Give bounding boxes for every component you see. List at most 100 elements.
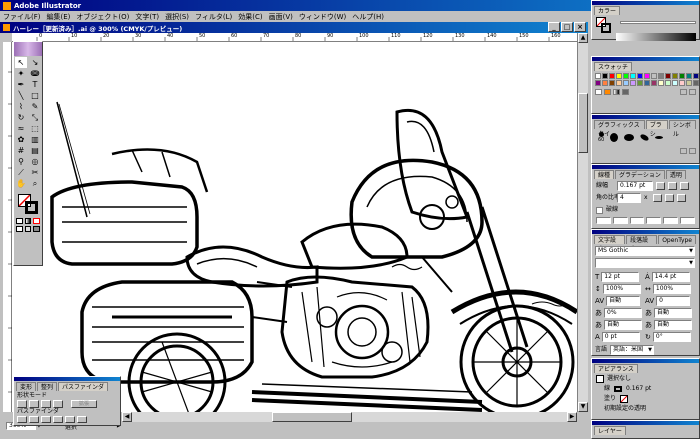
swatch-chip[interactable] bbox=[679, 80, 685, 86]
minus-back-button[interactable] bbox=[77, 416, 87, 423]
symbol-tool-icon[interactable]: ✿ bbox=[15, 134, 27, 145]
swatch-chip[interactable] bbox=[630, 73, 636, 79]
color-mode-icon[interactable] bbox=[16, 218, 23, 224]
rotate-tool-icon[interactable]: ↻ bbox=[15, 112, 27, 123]
color-spectrum-bar[interactable] bbox=[616, 33, 696, 41]
outline-button[interactable] bbox=[65, 416, 75, 423]
baseline-shift-field[interactable]: 0 pt bbox=[601, 332, 640, 342]
gradient-tool-icon[interactable]: ▤ bbox=[29, 145, 41, 156]
swatch-chip[interactable] bbox=[616, 73, 622, 79]
line-tool-icon[interactable]: ╲ bbox=[15, 90, 27, 101]
char-rotation-field[interactable]: 0° bbox=[652, 332, 691, 342]
horizontal-ruler[interactable]: 0 10 20 30 40 50 60 70 80 90 100 110 120… bbox=[12, 33, 577, 42]
swatch-chip[interactable] bbox=[658, 80, 664, 86]
swatch-chip[interactable] bbox=[693, 80, 699, 86]
selection-tool-icon[interactable]: ↖ bbox=[15, 57, 27, 68]
brush-size-preview[interactable]: 60 bbox=[598, 132, 604, 143]
stroke-cap-square-button[interactable] bbox=[680, 182, 689, 190]
swatch-chip[interactable] bbox=[651, 80, 657, 86]
swatch-chip[interactable] bbox=[672, 80, 678, 86]
artboard-canvas[interactable] bbox=[12, 42, 577, 412]
dash-field-5[interactable] bbox=[663, 217, 679, 224]
color-slider[interactable] bbox=[620, 21, 696, 24]
tracking-field[interactable]: 0 bbox=[656, 296, 691, 306]
pen-tool-icon[interactable]: ✒ bbox=[15, 79, 27, 90]
swatch-chip[interactable] bbox=[595, 73, 601, 79]
miter-limit-field[interactable]: 4 bbox=[617, 193, 641, 203]
screen-mode-full-icon[interactable] bbox=[33, 226, 41, 232]
scroll-up-button[interactable]: ▲ bbox=[578, 33, 588, 43]
tab-transform[interactable]: 変形 bbox=[16, 382, 37, 391]
swatch-trash-icon[interactable] bbox=[689, 89, 696, 95]
magic-wand-tool-icon[interactable]: ✦ bbox=[15, 68, 27, 79]
tab-symbols[interactable]: シンボル bbox=[668, 120, 696, 138]
swatch-chip[interactable] bbox=[665, 73, 671, 79]
brush-trash-icon[interactable] bbox=[689, 148, 696, 154]
menu-help[interactable]: ヘルプ(H) bbox=[352, 12, 384, 22]
swatch-chip[interactable] bbox=[602, 73, 608, 79]
warp-tool-icon[interactable]: ≈ bbox=[15, 123, 27, 134]
mesh-tool-icon[interactable]: # bbox=[15, 145, 27, 156]
tab-stroke[interactable]: 線種 bbox=[594, 170, 615, 179]
swatch-chip[interactable] bbox=[679, 73, 685, 79]
swatch-chip[interactable] bbox=[686, 73, 692, 79]
menu-effect[interactable]: 効果(C) bbox=[238, 12, 262, 22]
tab-color[interactable]: カラー bbox=[594, 6, 621, 15]
swatch-chip[interactable] bbox=[658, 73, 664, 79]
swatch-chip[interactable] bbox=[602, 80, 608, 86]
swatch-chip[interactable] bbox=[672, 73, 678, 79]
direct-selection-tool-icon[interactable]: ↘ bbox=[29, 57, 41, 68]
tab-character[interactable]: 文字設定 bbox=[594, 235, 626, 253]
divide-button[interactable] bbox=[17, 416, 27, 423]
scissors-tool-icon[interactable]: ✂ bbox=[29, 167, 41, 178]
brush-new-icon[interactable] bbox=[680, 148, 687, 154]
tab-align[interactable]: 整列 bbox=[37, 382, 58, 391]
swatch-show-all-icon[interactable] bbox=[595, 89, 602, 95]
menu-window[interactable]: ウィンドウ(W) bbox=[299, 12, 346, 22]
dash-field-1[interactable] bbox=[596, 217, 611, 224]
swatch-new-icon[interactable] bbox=[680, 89, 687, 95]
doc-close-button[interactable]: × bbox=[574, 22, 586, 32]
tab-brushes[interactable]: ブラシ bbox=[645, 120, 668, 138]
screen-mode-normal-icon[interactable] bbox=[16, 226, 23, 232]
merge-button[interactable] bbox=[41, 416, 51, 423]
tsume-field[interactable]: 0% bbox=[604, 308, 642, 318]
scroll-right-button[interactable]: ▶ bbox=[567, 412, 577, 422]
tab-pathfinder[interactable]: パスファインダ bbox=[58, 382, 109, 391]
tab-appearance[interactable]: アピアランス bbox=[594, 364, 638, 373]
scroll-h-thumb[interactable] bbox=[272, 412, 352, 422]
join-bevel-button[interactable] bbox=[676, 194, 686, 202]
intersect-button[interactable] bbox=[41, 400, 51, 408]
swatch-chip[interactable] bbox=[637, 80, 643, 86]
tab-gradient[interactable]: グラデーション bbox=[615, 170, 665, 179]
stroke-cap-round-button[interactable] bbox=[668, 182, 677, 190]
lasso-tool-icon[interactable]: ↈ bbox=[29, 68, 41, 79]
scroll-left-button[interactable]: ◀ bbox=[122, 412, 132, 422]
swatch-chip[interactable] bbox=[686, 80, 692, 86]
none-mode-icon[interactable] bbox=[33, 218, 41, 224]
tab-graphic-styles[interactable]: グラフィックスタイ bbox=[594, 120, 645, 138]
language-select[interactable]: 英語：米国 ▼ bbox=[610, 345, 655, 355]
eyedropper-tool-icon[interactable]: ⚲ bbox=[15, 156, 27, 167]
trim-button[interactable] bbox=[29, 416, 39, 423]
doc-minimize-button[interactable]: _ bbox=[548, 22, 560, 32]
menu-edit[interactable]: 編集(E) bbox=[47, 12, 71, 22]
zoom-tool-icon[interactable]: ⌕ bbox=[29, 178, 41, 189]
swatch-chip[interactable] bbox=[630, 80, 636, 86]
swatch-chip[interactable] bbox=[651, 73, 657, 79]
swatch-pattern-icon[interactable] bbox=[622, 89, 629, 95]
appearance-stroke-swatch[interactable] bbox=[614, 386, 623, 392]
fill-stroke-swatch[interactable] bbox=[16, 192, 40, 216]
swatch-chip[interactable] bbox=[609, 80, 615, 86]
swatch-chip[interactable] bbox=[665, 80, 671, 86]
tab-paragraph[interactable]: 段落設定 bbox=[626, 235, 658, 253]
tab-swatches[interactable]: スウォッチ bbox=[594, 62, 633, 71]
free-transform-tool-icon[interactable]: ⬚ bbox=[29, 123, 41, 134]
swatch-chip[interactable] bbox=[616, 80, 622, 86]
swatch-chip[interactable] bbox=[637, 73, 643, 79]
screen-mode-full-menu-icon[interactable] bbox=[24, 226, 32, 232]
expand-button[interactable]: 拡張 bbox=[71, 400, 97, 408]
color-stroke-swatch-icon[interactable] bbox=[601, 23, 611, 33]
slice-tool-icon[interactable]: ⟋ bbox=[15, 167, 27, 178]
doc-maximize-button[interactable]: □ bbox=[561, 22, 573, 32]
